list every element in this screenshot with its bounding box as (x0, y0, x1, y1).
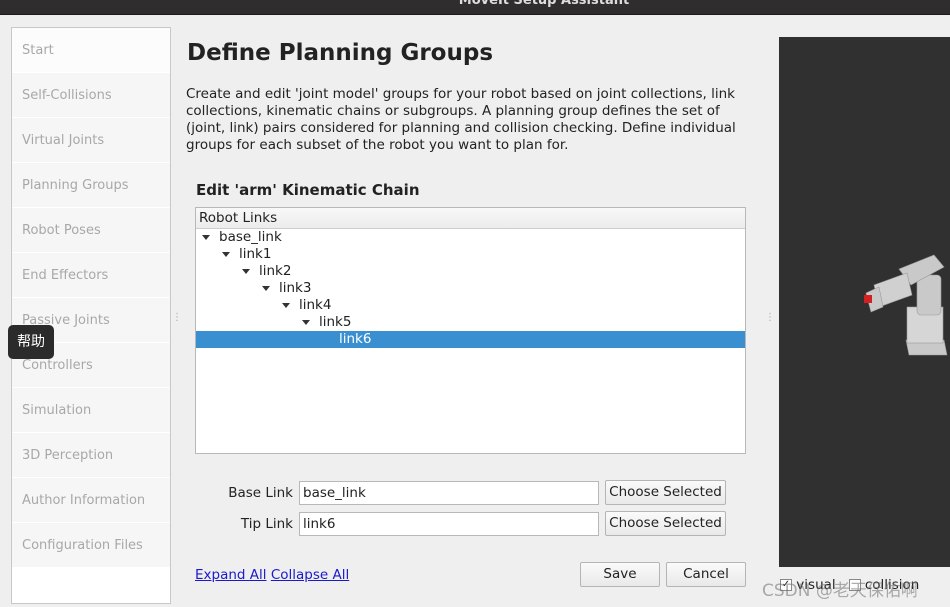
collapse-all-link[interactable]: Collapse All (271, 567, 349, 583)
title-bar: MoveIt Setup Assistant (0, 0, 950, 15)
tree-node-label: link3 (279, 280, 312, 296)
help-tooltip: 帮助 (8, 325, 54, 359)
splitter-handle[interactable]: ⋮ (172, 312, 182, 323)
window-title: MoveIt Setup Assistant (458, 0, 630, 8)
sidebar-item-robot-poses[interactable]: Robot Poses (12, 208, 170, 253)
tree-node-link1[interactable]: link1 (196, 246, 745, 263)
tree-node-label: link1 (239, 246, 272, 262)
page-description: Create and edit 'joint model' groups for… (186, 86, 736, 153)
base-link-label: Base Link (228, 485, 293, 501)
page-title: Define Planning Groups (187, 40, 494, 66)
tree-node-link3[interactable]: link3 (196, 280, 745, 297)
tree-node-label: link4 (299, 297, 332, 313)
sidebar-item-simulation[interactable]: Simulation (12, 388, 170, 433)
robot-3d-viewer[interactable] (779, 37, 950, 567)
expand-arrow-icon[interactable] (282, 302, 290, 308)
expand-arrow-icon[interactable] (202, 234, 210, 240)
sidebar-item-configuration-files[interactable]: Configuration Files (12, 523, 170, 568)
tree-node-label: link5 (319, 314, 352, 330)
splitter-handle-right[interactable]: ⋮ (765, 312, 775, 323)
robot-links-tree[interactable]: Robot Links base_link link1 link2 link3 link… (195, 207, 746, 454)
expand-all-link[interactable]: Expand All (195, 567, 267, 583)
sidebar-item-self-collisions[interactable]: Self-Collisions (12, 73, 170, 118)
tree-node-label: link6 (339, 331, 372, 347)
base-link-input[interactable]: base_link (299, 481, 599, 505)
sidebar-item-start[interactable]: Start (12, 28, 170, 73)
choose-selected-base-button[interactable]: Choose Selected (605, 480, 726, 505)
tree-node-base-link[interactable]: base_link (196, 229, 745, 246)
sidebar: Start Self-Collisions Virtual Joints Pla… (11, 27, 171, 604)
sidebar-item-virtual-joints[interactable]: Virtual Joints (12, 118, 170, 163)
sidebar-item-author-information[interactable]: Author Information (12, 478, 170, 523)
robot-model (864, 254, 948, 356)
watermark: CSDN @老天保佑啊 (762, 581, 918, 601)
tree-node-link4[interactable]: link4 (196, 297, 745, 314)
expand-arrow-icon[interactable] (302, 319, 310, 325)
cancel-button[interactable]: Cancel (666, 562, 746, 587)
tip-link-label: Tip Link (240, 516, 293, 532)
tree-header[interactable]: Robot Links (196, 208, 745, 229)
save-button[interactable]: Save (580, 562, 660, 587)
sidebar-item-3d-perception[interactable]: 3D Perception (12, 433, 170, 478)
expand-arrow-icon[interactable] (242, 268, 250, 274)
tree-node-link5[interactable]: link5 (196, 314, 745, 331)
expand-arrow-icon[interactable] (262, 285, 270, 291)
tree-node-label: base_link (219, 229, 282, 245)
tip-link-input[interactable]: link6 (299, 512, 599, 536)
sidebar-item-end-effectors[interactable]: End Effectors (12, 253, 170, 298)
choose-selected-tip-button[interactable]: Choose Selected (605, 511, 726, 536)
section-title: Edit 'arm' Kinematic Chain (196, 181, 420, 199)
sidebar-item-planning-groups[interactable]: Planning Groups (12, 163, 170, 208)
tree-node-label: link2 (259, 263, 292, 279)
tree-node-link6[interactable]: link6 (196, 331, 745, 348)
tree-node-link2[interactable]: link2 (196, 263, 745, 280)
expand-arrow-icon[interactable] (222, 251, 230, 257)
